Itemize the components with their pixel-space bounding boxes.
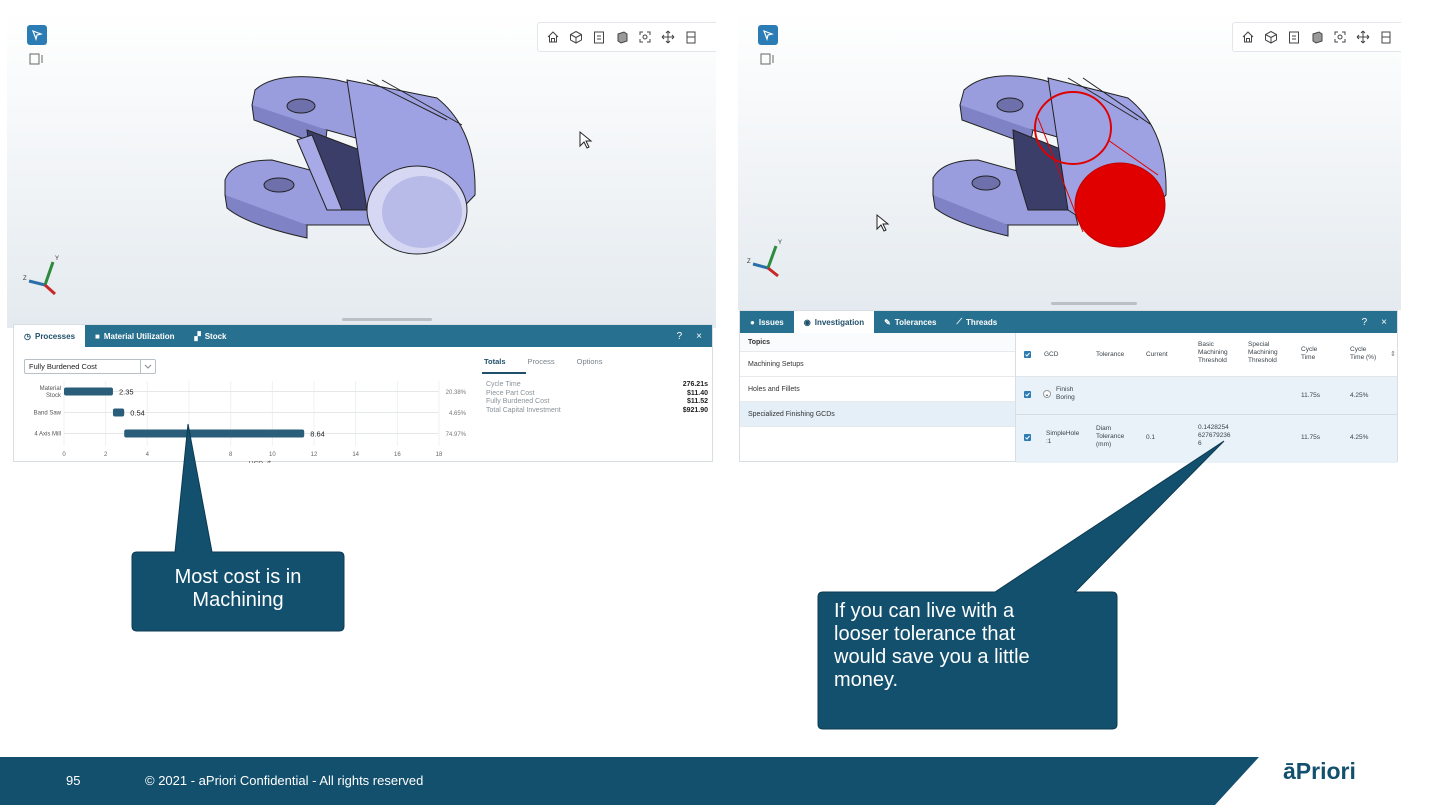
cost-callout-text: Most cost is in Machining: [174, 566, 302, 611]
slide-footer: 95 © 2021 - aPriori Confidential - All r…: [0, 757, 1431, 805]
copyright-text: © 2021 - aPriori Confidential - All righ…: [145, 773, 424, 788]
callout-shapes: [131, 423, 1225, 730]
apriori-logo: āPriori: [1283, 758, 1356, 784]
tolerance-callout-text: If you can live with a looser tolerance …: [834, 600, 1030, 691]
slide-number: 95: [66, 773, 81, 788]
